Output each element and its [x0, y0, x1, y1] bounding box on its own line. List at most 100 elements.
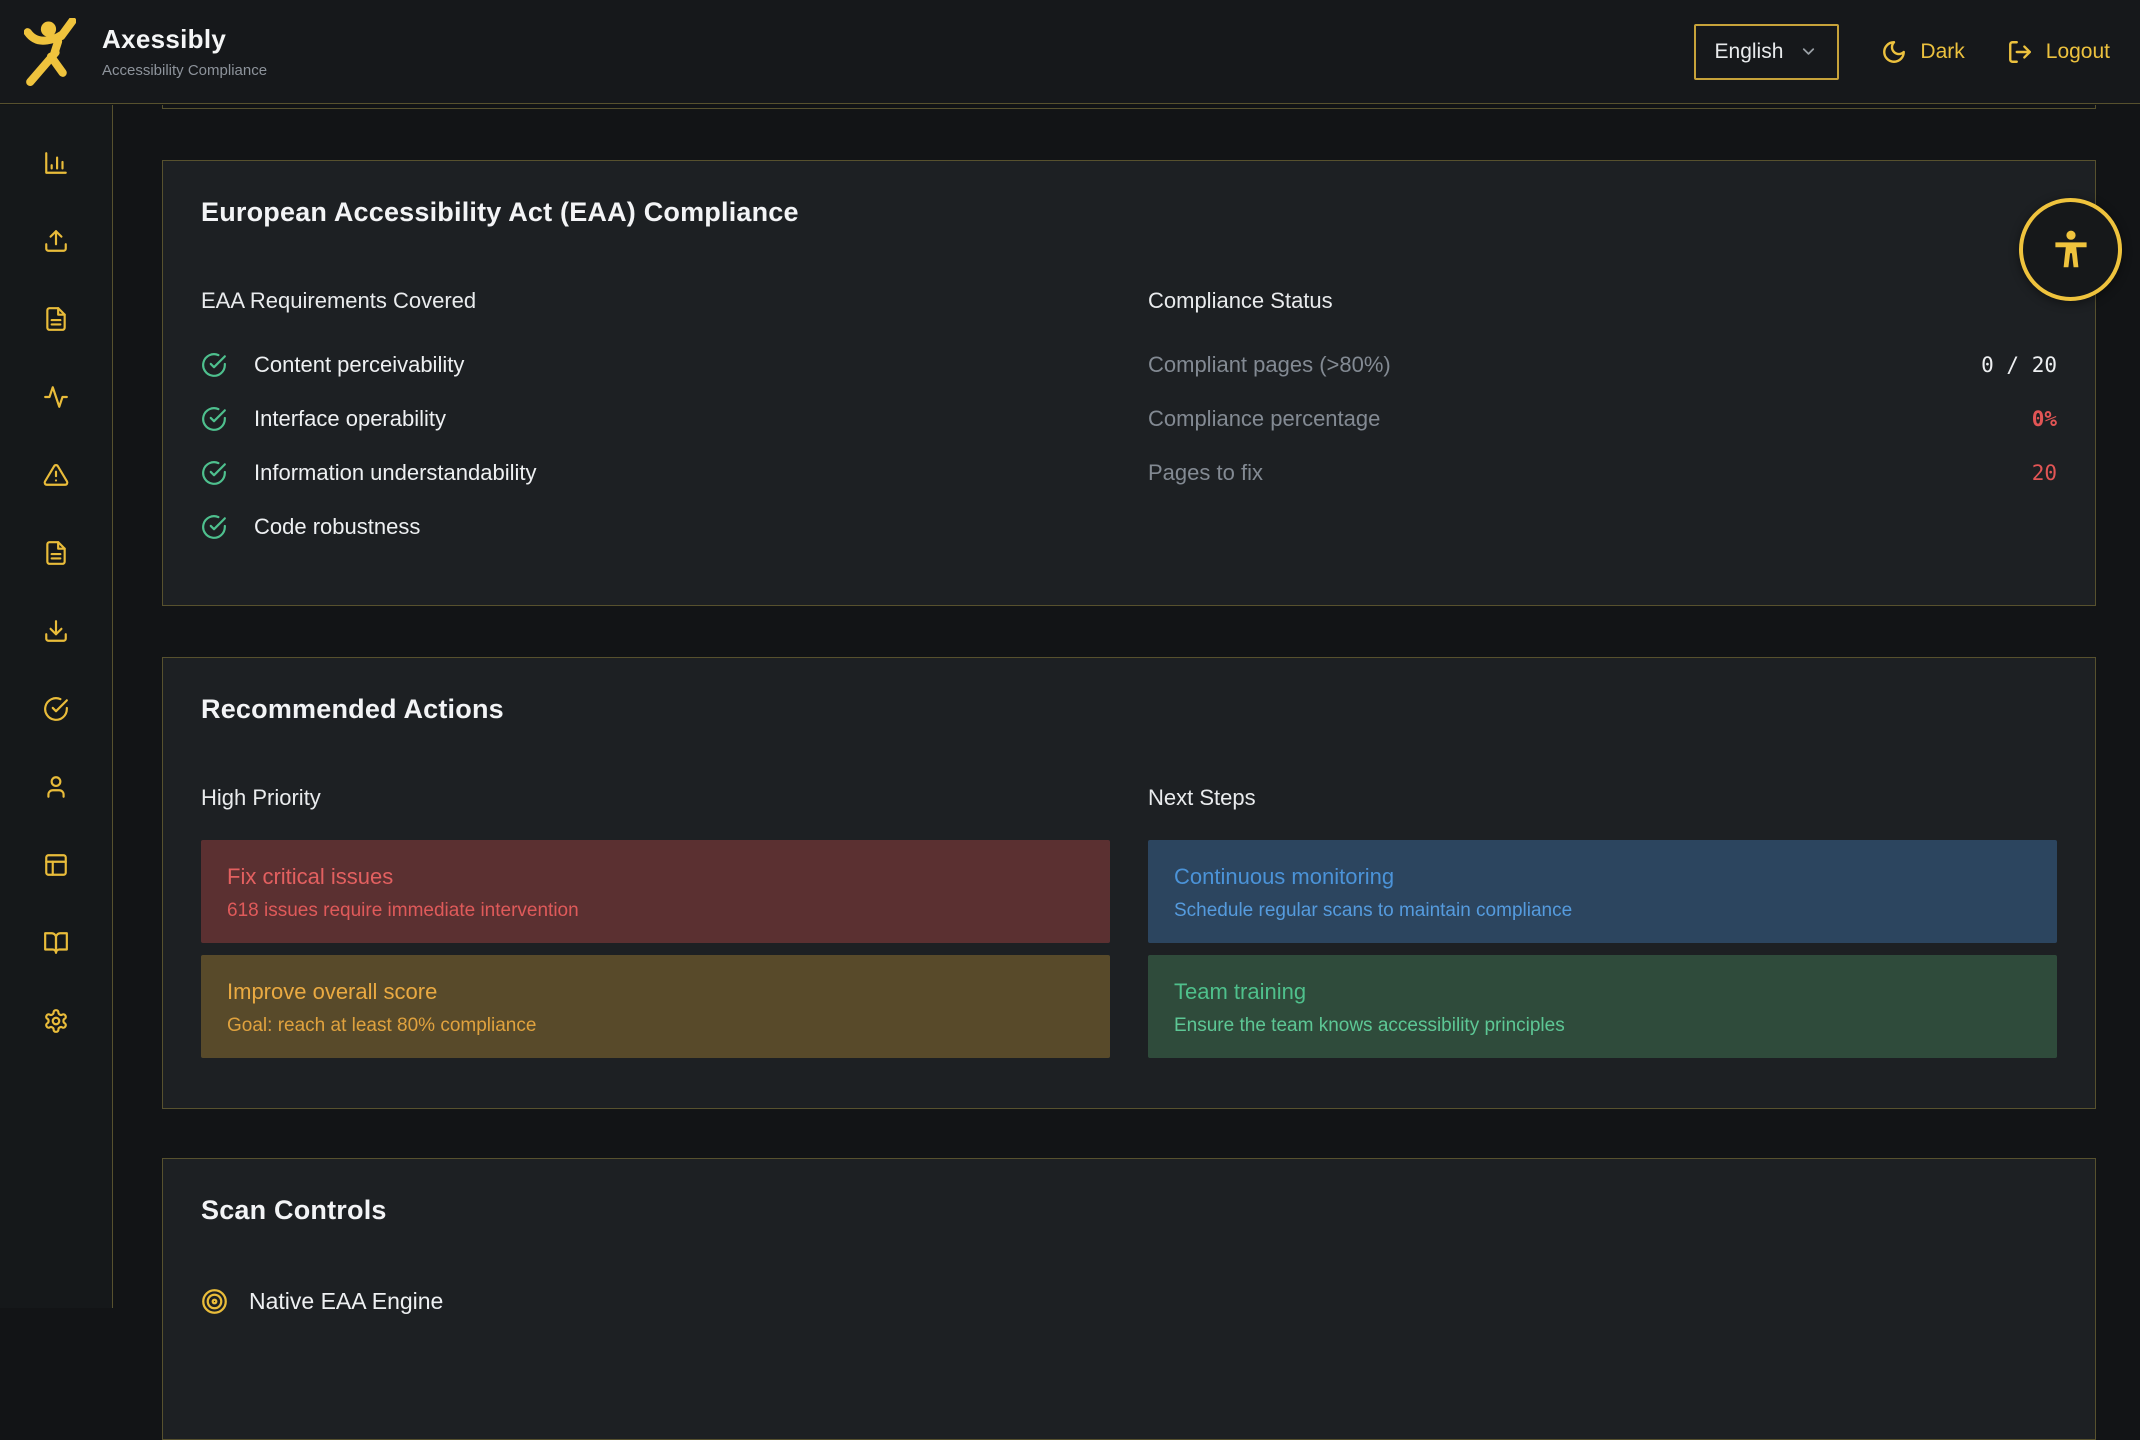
next-steps-column: Next Steps Continuous monitoring Schedul… [1148, 784, 2057, 1070]
eaa-compliance-card: European Accessibility Act (EAA) Complia… [162, 160, 2096, 606]
status-column: Compliance Status Compliant pages (>80%)… [1148, 287, 2057, 567]
requirement-item: Content perceivability [201, 351, 1110, 379]
layout-icon [43, 852, 69, 878]
sidebar-item-checks[interactable] [0, 696, 112, 722]
high-priority-column: High Priority Fix critical issues 618 is… [201, 784, 1110, 1070]
action-box-subtitle: Schedule regular scans to maintain compl… [1174, 900, 2031, 922]
alert-triangle-icon [43, 462, 69, 488]
language-selector[interactable]: English [1694, 24, 1840, 80]
high-priority-list: Fix critical issues 618 issues require i… [201, 840, 1110, 1058]
sidebar-item-report[interactable] [0, 306, 112, 332]
bar-chart-icon [43, 150, 69, 176]
status-heading: Compliance Status [1148, 287, 2057, 315]
check-circle-icon [201, 460, 227, 486]
accessibility-person-icon [2047, 226, 2095, 274]
target-icon [201, 1288, 228, 1315]
recommended-actions-card: Recommended Actions High Priority Fix cr… [162, 657, 2096, 1109]
requirement-label: Content perceivability [254, 352, 464, 378]
main-content: European Accessibility Act (EAA) Complia… [113, 105, 2140, 1308]
sidebar-item-settings[interactable] [0, 1008, 112, 1034]
sidebar-item-pages[interactable] [0, 852, 112, 878]
requirement-item: Interface operability [201, 405, 1110, 433]
sidebar-item-issues[interactable] [0, 462, 112, 488]
status-row: Compliant pages (>80%) 0 / 20 [1148, 351, 2057, 379]
scan-card-title: Scan Controls [201, 1193, 2057, 1227]
previous-card-edge [162, 105, 2096, 109]
check-circle-icon [43, 696, 69, 722]
requirements-list: Content perceivability Interface operabi… [201, 351, 1110, 541]
eaa-card-grid: EAA Requirements Covered Content perceiv… [201, 287, 2057, 567]
sidebar-item-guide[interactable] [0, 930, 112, 956]
requirement-label: Information understandability [254, 460, 537, 486]
action-box-title: Improve overall score [227, 979, 1084, 1005]
recommended-card-title: Recommended Actions [201, 692, 2057, 726]
app-logo-icon [24, 18, 76, 86]
app-name: Axessibly [102, 24, 267, 55]
status-row: Pages to fix 20 [1148, 459, 2057, 487]
app-header: Axessibly Accessibility Compliance Engli… [0, 0, 2140, 104]
brand-text: Axessibly Accessibility Compliance [102, 24, 267, 79]
requirement-item: Information understandability [201, 459, 1110, 487]
logout-label: Logout [2046, 40, 2110, 64]
requirement-item: Code robustness [201, 513, 1110, 541]
upload-icon [43, 228, 69, 254]
status-list: Compliant pages (>80%) 0 / 20 Compliance… [1148, 351, 2057, 487]
sidebar-item-profile[interactable] [0, 774, 112, 800]
check-circle-icon [201, 352, 227, 378]
check-circle-icon [201, 406, 227, 432]
book-open-icon [43, 930, 69, 956]
sidebar-nav [0, 105, 113, 1308]
requirements-heading: EAA Requirements Covered [201, 287, 1110, 315]
requirement-label: Interface operability [254, 406, 446, 432]
file-text-icon [43, 540, 69, 566]
native-eaa-engine-option[interactable]: Native EAA Engine [201, 1283, 2057, 1319]
status-value: 0% [2032, 407, 2057, 431]
gear-icon [43, 1008, 69, 1034]
logout-icon [2007, 39, 2033, 65]
scan-controls-card: Scan Controls Native EAA Engine [162, 1158, 2096, 1440]
theme-toggle-button[interactable]: Dark [1881, 39, 1964, 65]
action-box-fix-critical-issues: Fix critical issues 618 issues require i… [201, 840, 1110, 943]
accessibility-widget-button[interactable] [2019, 198, 2122, 301]
status-label: Pages to fix [1148, 460, 1263, 486]
user-icon [43, 774, 69, 800]
language-selector-value: English [1715, 40, 1784, 64]
sidebar-item-upload[interactable] [0, 228, 112, 254]
action-box-subtitle: Ensure the team knows accessibility prin… [1174, 1015, 2031, 1037]
status-value: 20 [2032, 461, 2057, 485]
theme-label: Dark [1920, 40, 1964, 64]
requirements-column: EAA Requirements Covered Content perceiv… [201, 287, 1110, 567]
check-circle-icon [201, 514, 227, 540]
header-controls: English Dark Logout [1694, 24, 2110, 80]
action-box-title: Team training [1174, 979, 2031, 1005]
action-box-continuous-monitoring: Continuous monitoring Schedule regular s… [1148, 840, 2057, 943]
action-box-subtitle: 618 issues require immediate interventio… [227, 900, 1084, 922]
sidebar-item-activity[interactable] [0, 384, 112, 410]
download-icon [43, 618, 69, 644]
sidebar-item-documents[interactable] [0, 540, 112, 566]
action-box-title: Continuous monitoring [1174, 864, 2031, 890]
sidebar-item-download[interactable] [0, 618, 112, 644]
moon-icon [1881, 39, 1907, 65]
requirement-label: Code robustness [254, 514, 420, 540]
high-priority-heading: High Priority [201, 784, 1110, 812]
chevron-down-icon [1799, 42, 1818, 61]
next-steps-list: Continuous monitoring Schedule regular s… [1148, 840, 2057, 1058]
file-text-icon [43, 306, 69, 332]
action-box-team-training: Team training Ensure the team knows acce… [1148, 955, 2057, 1058]
action-box-subtitle: Goal: reach at least 80% compliance [227, 1015, 1084, 1037]
app-subtitle: Accessibility Compliance [102, 62, 267, 79]
engine-label: Native EAA Engine [249, 1288, 443, 1315]
brand: Axessibly Accessibility Compliance [24, 18, 267, 86]
status-label: Compliance percentage [1148, 406, 1380, 432]
status-value: 0 / 20 [1981, 353, 2057, 377]
status-row: Compliance percentage 0% [1148, 405, 2057, 433]
status-label: Compliant pages (>80%) [1148, 352, 1391, 378]
recommended-card-grid: High Priority Fix critical issues 618 is… [201, 784, 2057, 1070]
sidebar-item-analytics[interactable] [0, 150, 112, 176]
eaa-card-title: European Accessibility Act (EAA) Complia… [201, 195, 2057, 229]
activity-icon [43, 384, 69, 410]
logout-button[interactable]: Logout [2007, 39, 2110, 65]
action-box-title: Fix critical issues [227, 864, 1084, 890]
next-steps-heading: Next Steps [1148, 784, 2057, 812]
